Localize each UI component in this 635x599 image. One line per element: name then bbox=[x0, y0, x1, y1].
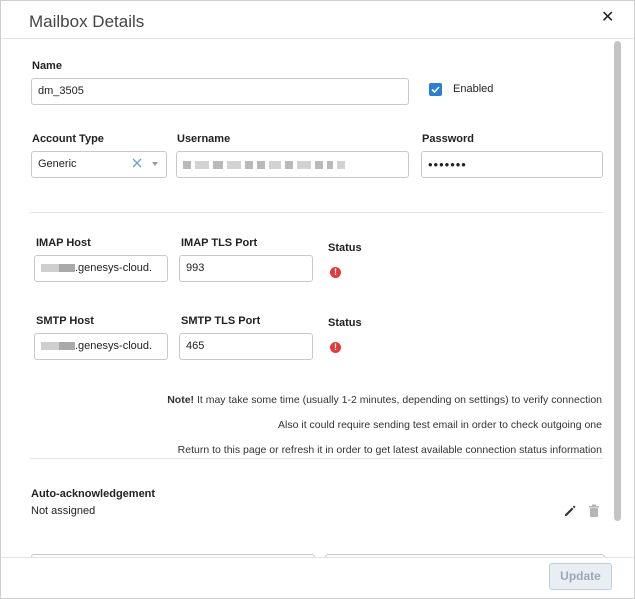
auto-ack-title: Auto-acknowledgement bbox=[31, 488, 156, 500]
imap-host-value: .genesys-cloud. bbox=[75, 262, 153, 274]
trash-icon[interactable] bbox=[588, 504, 600, 518]
chevron-down-icon[interactable] bbox=[151, 161, 159, 167]
imap-host-input[interactable]: .genesys-cloud. bbox=[34, 255, 168, 282]
imap-port-input[interactable]: 993 bbox=[179, 255, 313, 282]
update-button[interactable]: Update bbox=[549, 563, 612, 590]
imap-host-label: IMAP Host bbox=[36, 237, 91, 249]
error-icon: ! bbox=[330, 342, 341, 353]
note-line-1-text: It may take some time (usually 1-2 minut… bbox=[194, 394, 602, 406]
error-icon: ! bbox=[330, 267, 341, 278]
password-input[interactable]: ••••••• bbox=[421, 151, 603, 178]
enabled-checkbox[interactable] bbox=[429, 83, 442, 96]
scrollbar-thumb[interactable] bbox=[614, 41, 621, 521]
username-input[interactable] bbox=[176, 151, 409, 178]
smtp-status-label: Status bbox=[328, 317, 362, 329]
dialog-footer bbox=[1, 557, 634, 598]
note-line-1: Note! It may take some time (usually 1-2… bbox=[167, 394, 602, 406]
clear-icon[interactable] bbox=[131, 157, 143, 169]
smtp-host-value: .genesys-cloud. bbox=[75, 340, 153, 352]
check-icon bbox=[431, 86, 440, 94]
smtp-port-input[interactable]: 465 bbox=[179, 333, 313, 360]
name-label: Name bbox=[32, 60, 62, 72]
account-type-select[interactable]: Generic bbox=[31, 151, 167, 178]
mailbox-details-dialog: Mailbox Details ✕ Name dm_3505 Enabled A… bbox=[0, 0, 635, 599]
account-type-value: Generic bbox=[38, 158, 77, 170]
note-line-3: Return to this page or refresh it in ord… bbox=[177, 444, 602, 456]
password-label: Password bbox=[422, 133, 474, 145]
note-prefix: Note! bbox=[167, 394, 195, 406]
enabled-label: Enabled bbox=[453, 83, 494, 95]
smtp-host-label: SMTP Host bbox=[36, 315, 94, 327]
close-icon[interactable]: ✕ bbox=[601, 10, 617, 26]
imap-port-label: IMAP TLS Port bbox=[181, 237, 258, 249]
note-line-2: Also it could require sending test email… bbox=[278, 419, 602, 431]
dialog-title: Mailbox Details bbox=[29, 12, 145, 31]
account-type-label: Account Type bbox=[32, 133, 104, 145]
redacted-value bbox=[183, 152, 402, 177]
dialog-header: Mailbox Details ✕ bbox=[1, 1, 634, 39]
auto-ack-value: Not assigned bbox=[31, 505, 96, 517]
name-input[interactable]: dm_3505 bbox=[31, 78, 409, 105]
smtp-host-input[interactable]: .genesys-cloud. bbox=[34, 333, 168, 360]
username-label: Username bbox=[177, 133, 231, 145]
divider bbox=[30, 212, 603, 213]
edit-icon[interactable] bbox=[563, 504, 577, 518]
imap-status-label: Status bbox=[328, 242, 362, 254]
divider bbox=[30, 458, 603, 459]
smtp-port-label: SMTP TLS Port bbox=[181, 315, 261, 327]
